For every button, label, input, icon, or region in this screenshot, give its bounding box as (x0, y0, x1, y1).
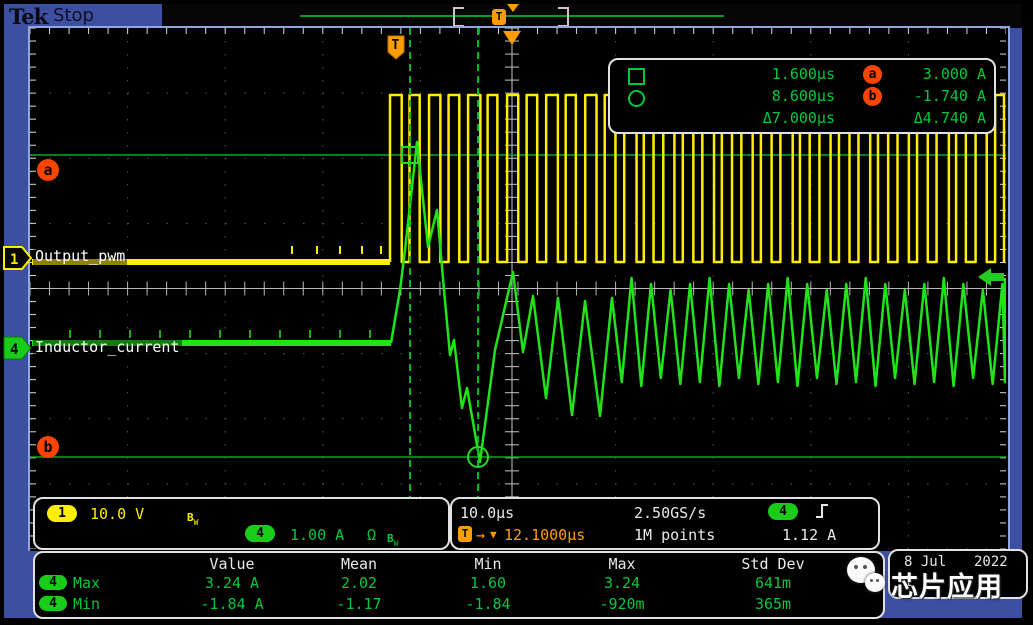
ch4-bandwidth-icon: BW (387, 527, 398, 548)
trigger-level-arrow-icon (978, 268, 1004, 286)
meas-row1-value: 3.24 A (177, 574, 287, 592)
meas-row2-min: -1.84 (433, 595, 543, 613)
record-length: 1M points (634, 526, 715, 544)
meas-row1-stddev: 641m (718, 574, 828, 592)
meas-row2-max: -920m (567, 595, 677, 613)
ch1-badge[interactable]: 1 (47, 505, 77, 522)
ch1-scale: 10.0 V (90, 505, 144, 523)
cursor-a-readout-badge: a (863, 65, 882, 84)
meas-row2-channel-badge: 4 (39, 596, 67, 611)
ch1-bandwidth-icon: BW (187, 506, 198, 527)
oscilloscope-screen: { "titlebar": { "logo": "Tek", "status":… (0, 0, 1033, 625)
ch4-waveform-label: Inductor_current (33, 338, 182, 357)
svg-text:T: T (392, 38, 400, 53)
meas-row1-mean: 2.02 (304, 574, 414, 592)
expansion-point-icon (503, 31, 521, 45)
cursor-delta-amplitude: Δ4.740 A (890, 109, 986, 127)
col-header-max: Max (567, 555, 677, 573)
ch1-marker-number: 1 (10, 252, 18, 268)
trigger-source-badge[interactable]: 4 (768, 503, 798, 520)
cursor-a-time: 1.600µs (690, 65, 835, 83)
record-window-bracket-right[interactable] (558, 7, 569, 27)
trigger-delay-t-icon: T (458, 526, 472, 542)
meas-row1-min: 1.60 (433, 574, 543, 592)
delay-arrow-icon: → (476, 526, 485, 544)
meas-row2-mean: -1.17 (304, 595, 414, 613)
col-header-mean: Mean (304, 555, 414, 573)
meas-row2-name: Min (73, 595, 100, 613)
cursor-b-badge[interactable]: b (37, 436, 59, 458)
ch1-waveform-label: Output_pwm (33, 247, 127, 266)
ch4-badge[interactable]: 4 (245, 525, 275, 542)
rising-edge-icon (814, 502, 830, 524)
record-expansion-icon[interactable] (507, 4, 519, 12)
col-header-value: Value (177, 555, 287, 573)
ch4-ohm-icon: Ω (367, 526, 376, 544)
ch4-marker-number: 4 (10, 342, 18, 358)
ch1-position-marker[interactable]: 1 (3, 246, 33, 274)
cursor-b-circle-icon (628, 90, 645, 107)
channel-scale-box: 1 10.0 V BW 4 1.00 A Ω BW (33, 497, 450, 550)
trigger-level: 1.12 A (782, 526, 836, 544)
record-window-bracket-left[interactable] (453, 7, 464, 27)
col-header-min: Min (433, 555, 543, 573)
meas-row1-max: 3.24 (567, 574, 677, 592)
horizontal-trigger-box: 10.0µs 2.50GS/s 4 T → ▼ 12.1000µs 1M poi… (450, 497, 880, 550)
meas-row2-value: -1.84 A (177, 595, 287, 613)
cursor-readout-box: 1.600µs a 3.000 A 8.600µs b -1.740 A Δ7.… (608, 58, 996, 134)
ch4-position-marker[interactable]: 4 (3, 336, 33, 364)
meas-row1-name: Max (73, 574, 100, 592)
cursor-a-square-icon (628, 68, 645, 85)
cursor-a-amplitude: 3.000 A (890, 65, 986, 83)
cursor-b-readout-badge: b (863, 87, 882, 106)
watermark: 芯片应用 (845, 551, 1033, 609)
cursor-b-amplitude: -1.740 A (890, 87, 986, 105)
watermark-text: 芯片应用 (891, 565, 1003, 604)
record-view-bar: T (162, 4, 1022, 28)
record-waveform-line (300, 15, 724, 17)
cursor-a-badge[interactable]: a (37, 159, 59, 181)
meas-row1-channel-badge: 4 (39, 575, 67, 590)
cursor-b-time: 8.600µs (690, 87, 835, 105)
measurement-table: Value Mean Min Max Std Dev 4 Max 3.24 A … (33, 551, 885, 619)
ch4-scale: 1.00 A (290, 526, 344, 544)
time-per-div: 10.0µs (460, 504, 514, 522)
acquisition-status: Stop (53, 5, 94, 26)
sample-rate: 2.50GS/s (634, 504, 706, 522)
delay-triangle-icon: ▼ (490, 528, 497, 541)
col-header-stddev: Std Dev (718, 555, 828, 573)
cursor-delta-time: Δ7.000µs (690, 109, 835, 127)
horizontal-delay: 12.1000µs (504, 526, 585, 544)
meas-row2-stddev: 365m (718, 595, 828, 613)
record-trigger-icon[interactable]: T (492, 9, 506, 25)
wechat-icon-small (865, 573, 885, 592)
